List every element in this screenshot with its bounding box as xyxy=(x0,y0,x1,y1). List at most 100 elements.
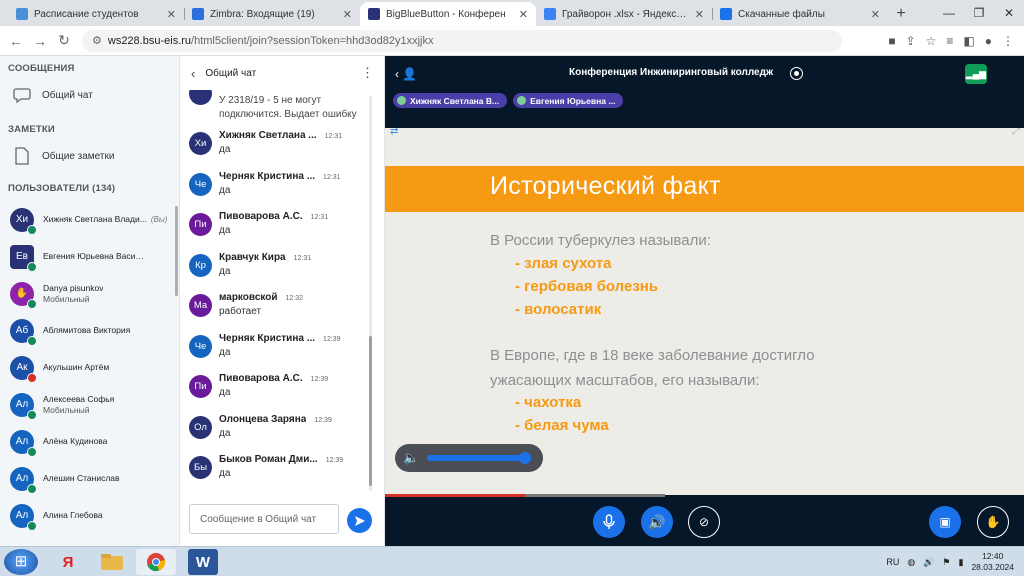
browser-tab[interactable]: Скачанные файлы ✕ xyxy=(712,2,888,26)
chat-bubble-icon xyxy=(12,85,32,105)
audio-status-icon xyxy=(27,335,37,346)
menu-icon[interactable]: ⋮ xyxy=(1002,34,1014,48)
user-list-item[interactable]: ✋ Danya pisunkov Мобильный xyxy=(0,275,179,312)
user-list-item[interactable]: Ак Акульшин Артём xyxy=(0,349,179,386)
user-list-item[interactable]: Хи Хижняк Светлана Влади... (Вы) xyxy=(0,201,179,238)
word-icon[interactable]: W xyxy=(188,549,218,575)
audio-button[interactable]: 🔊 xyxy=(641,506,673,538)
avatar-initials: Пи xyxy=(194,381,207,392)
volume-tray-icon[interactable]: 🔊 xyxy=(923,557,934,568)
avatar: Хи xyxy=(10,207,37,235)
audio-status-icon xyxy=(27,520,37,531)
bbb-app: СООБЩЕНИЯ Общий чат ЗАМЕТКИ Общие заметк… xyxy=(0,56,1024,546)
close-tab-icon[interactable]: ✕ xyxy=(343,8,352,21)
camera-icon[interactable]: ■ xyxy=(888,34,895,48)
camera-button[interactable]: ⊘ xyxy=(688,506,720,538)
reload-icon[interactable]: ↻ xyxy=(52,32,76,49)
message-time: 12:39 xyxy=(323,335,341,343)
url-field[interactable]: ⚙ ws228.bsu-eis.ru/html5client/join?sess… xyxy=(82,29,842,52)
browser-tab[interactable]: Zimbra: Входящие (19) ✕ xyxy=(184,2,360,26)
message-text: да xyxy=(219,225,231,236)
yandex-browser-icon[interactable]: Я xyxy=(48,549,88,575)
recording-indicator-icon[interactable] xyxy=(790,67,803,80)
browser-tab[interactable]: BigBlueButton - Конферен ✕ xyxy=(360,2,536,26)
sender-name: Черняк Кристина ... xyxy=(219,170,316,182)
fullscreen-icon[interactable]: ⤢ xyxy=(1012,128,1020,137)
chat-message: Че Черняк Кристина ... 12:31 да xyxy=(181,167,385,208)
more-options-icon[interactable]: ⋮ xyxy=(361,65,374,81)
user-list-scrollbar[interactable] xyxy=(175,206,178,296)
browser-tab[interactable]: Грайворон .xlsx - Яндекс Докум ✕ xyxy=(536,2,712,26)
messages-header: СООБЩЕНИЯ xyxy=(8,63,75,74)
chat-message: Хи Хижняк Светлана ... 12:31 да xyxy=(181,126,385,167)
sidepanel-icon[interactable]: ◧ xyxy=(963,34,974,48)
avatar: ✋ xyxy=(10,281,37,309)
clock[interactable]: 12:40 28.03.2024 xyxy=(971,551,1014,573)
raise-hand-button[interactable]: ✋ xyxy=(977,506,1009,538)
avatar-initials: Ев xyxy=(16,251,28,262)
new-tab-button[interactable]: + xyxy=(888,2,914,26)
avatar: Аб xyxy=(10,318,37,346)
flag-icon[interactable]: ⚑ xyxy=(942,557,950,568)
avatar-initials: Аб xyxy=(15,325,29,336)
user-list-item[interactable]: Ал Алексеева Софья Мобильный xyxy=(0,386,179,423)
volume-control[interactable]: 🔈 xyxy=(395,444,543,472)
volume-slider[interactable] xyxy=(427,452,532,464)
minimize-icon[interactable]: — xyxy=(934,6,964,20)
bookmark-star-icon[interactable]: ☆ xyxy=(926,34,937,48)
wifi-icon[interactable]: ▮ xyxy=(959,557,964,568)
user-list-item[interactable]: Ев Евгения Юрьевна Васильева xyxy=(0,238,179,275)
chat-message: Бы Быков Роман Дми... 12:39 да xyxy=(181,450,385,491)
audio-status-icon xyxy=(27,298,37,309)
close-tab-icon[interactable]: ✕ xyxy=(871,8,880,21)
tab-favicon-icon xyxy=(368,8,380,20)
send-button[interactable] xyxy=(347,508,372,533)
swap-layout-icon[interactable]: ⇄ xyxy=(390,128,402,138)
toggle-userlist-icon[interactable]: ‹ 👤 xyxy=(395,67,417,81)
share-icon[interactable]: ⇪ xyxy=(906,34,916,48)
language-indicator[interactable]: RU xyxy=(886,557,899,567)
user-list-item[interactable]: Аб Аблямитова Виктория xyxy=(0,312,179,349)
close-tab-icon[interactable]: ✕ xyxy=(167,8,176,21)
microphone-button[interactable] xyxy=(593,506,625,538)
slide-bullet: - чахотка xyxy=(515,394,582,411)
presentation-button[interactable]: ▣ xyxy=(929,506,961,538)
chat-scrollbar[interactable] xyxy=(369,96,372,491)
slide-text: В России туберкулез называли: xyxy=(490,232,711,249)
avatar: Пи xyxy=(189,213,212,236)
tab-title: Расписание студентов xyxy=(34,8,139,20)
clock-time: 12:40 xyxy=(982,551,1004,561)
back-icon[interactable]: ← xyxy=(4,33,28,49)
chat-message-input[interactable]: Сообщение в Общий чат xyxy=(189,504,339,534)
speaker-icon[interactable]: 🔈 xyxy=(403,450,419,466)
close-tab-icon[interactable]: ✕ xyxy=(519,8,528,21)
explorer-icon[interactable] xyxy=(92,549,132,575)
chat-header: ‹ Общий чат ⋮ xyxy=(181,56,384,90)
user-list-item[interactable]: Ал Алешин Станислав xyxy=(0,460,179,497)
network-icon[interactable]: ◍ xyxy=(907,557,915,568)
profile-icon[interactable]: ● xyxy=(985,34,992,48)
user-list-item[interactable]: Ал Алёна Кудинова xyxy=(0,423,179,460)
public-chat-item[interactable]: Общий чат xyxy=(0,81,179,109)
maximize-icon[interactable]: ❐ xyxy=(964,6,994,20)
slide-bullet: - злая сухота xyxy=(515,255,612,272)
chevron-left-icon[interactable]: ‹ xyxy=(191,66,195,81)
shared-notes-item[interactable]: Общие заметки xyxy=(0,142,179,170)
start-button[interactable]: ⊞ xyxy=(4,549,38,575)
browser-tab[interactable]: Расписание студентов ✕ xyxy=(8,2,184,26)
tab-favicon-icon xyxy=(16,8,28,20)
sender-name: марковской xyxy=(219,292,278,303)
close-window-icon[interactable]: ✕ xyxy=(994,6,1024,20)
chrome-icon[interactable] xyxy=(136,549,176,575)
user-list-item[interactable]: Ал Алина Глебова xyxy=(0,497,179,534)
talker-badge[interactable]: Евгения Юрьевна ... xyxy=(513,93,624,108)
site-info-icon[interactable]: ⚙ xyxy=(92,34,102,47)
close-tab-icon[interactable]: ✕ xyxy=(695,8,704,21)
avatar-initials: Ма xyxy=(193,300,208,311)
user-subtitle: Мобильный xyxy=(43,293,90,304)
forward-icon[interactable]: → xyxy=(28,33,52,49)
media-icon[interactable]: ≡ xyxy=(946,34,953,48)
talker-badge[interactable]: Хижняк Светлана В... xyxy=(393,93,508,108)
connection-status-icon[interactable]: ▂▄▆ xyxy=(965,64,987,84)
tab-favicon-icon xyxy=(544,8,556,20)
